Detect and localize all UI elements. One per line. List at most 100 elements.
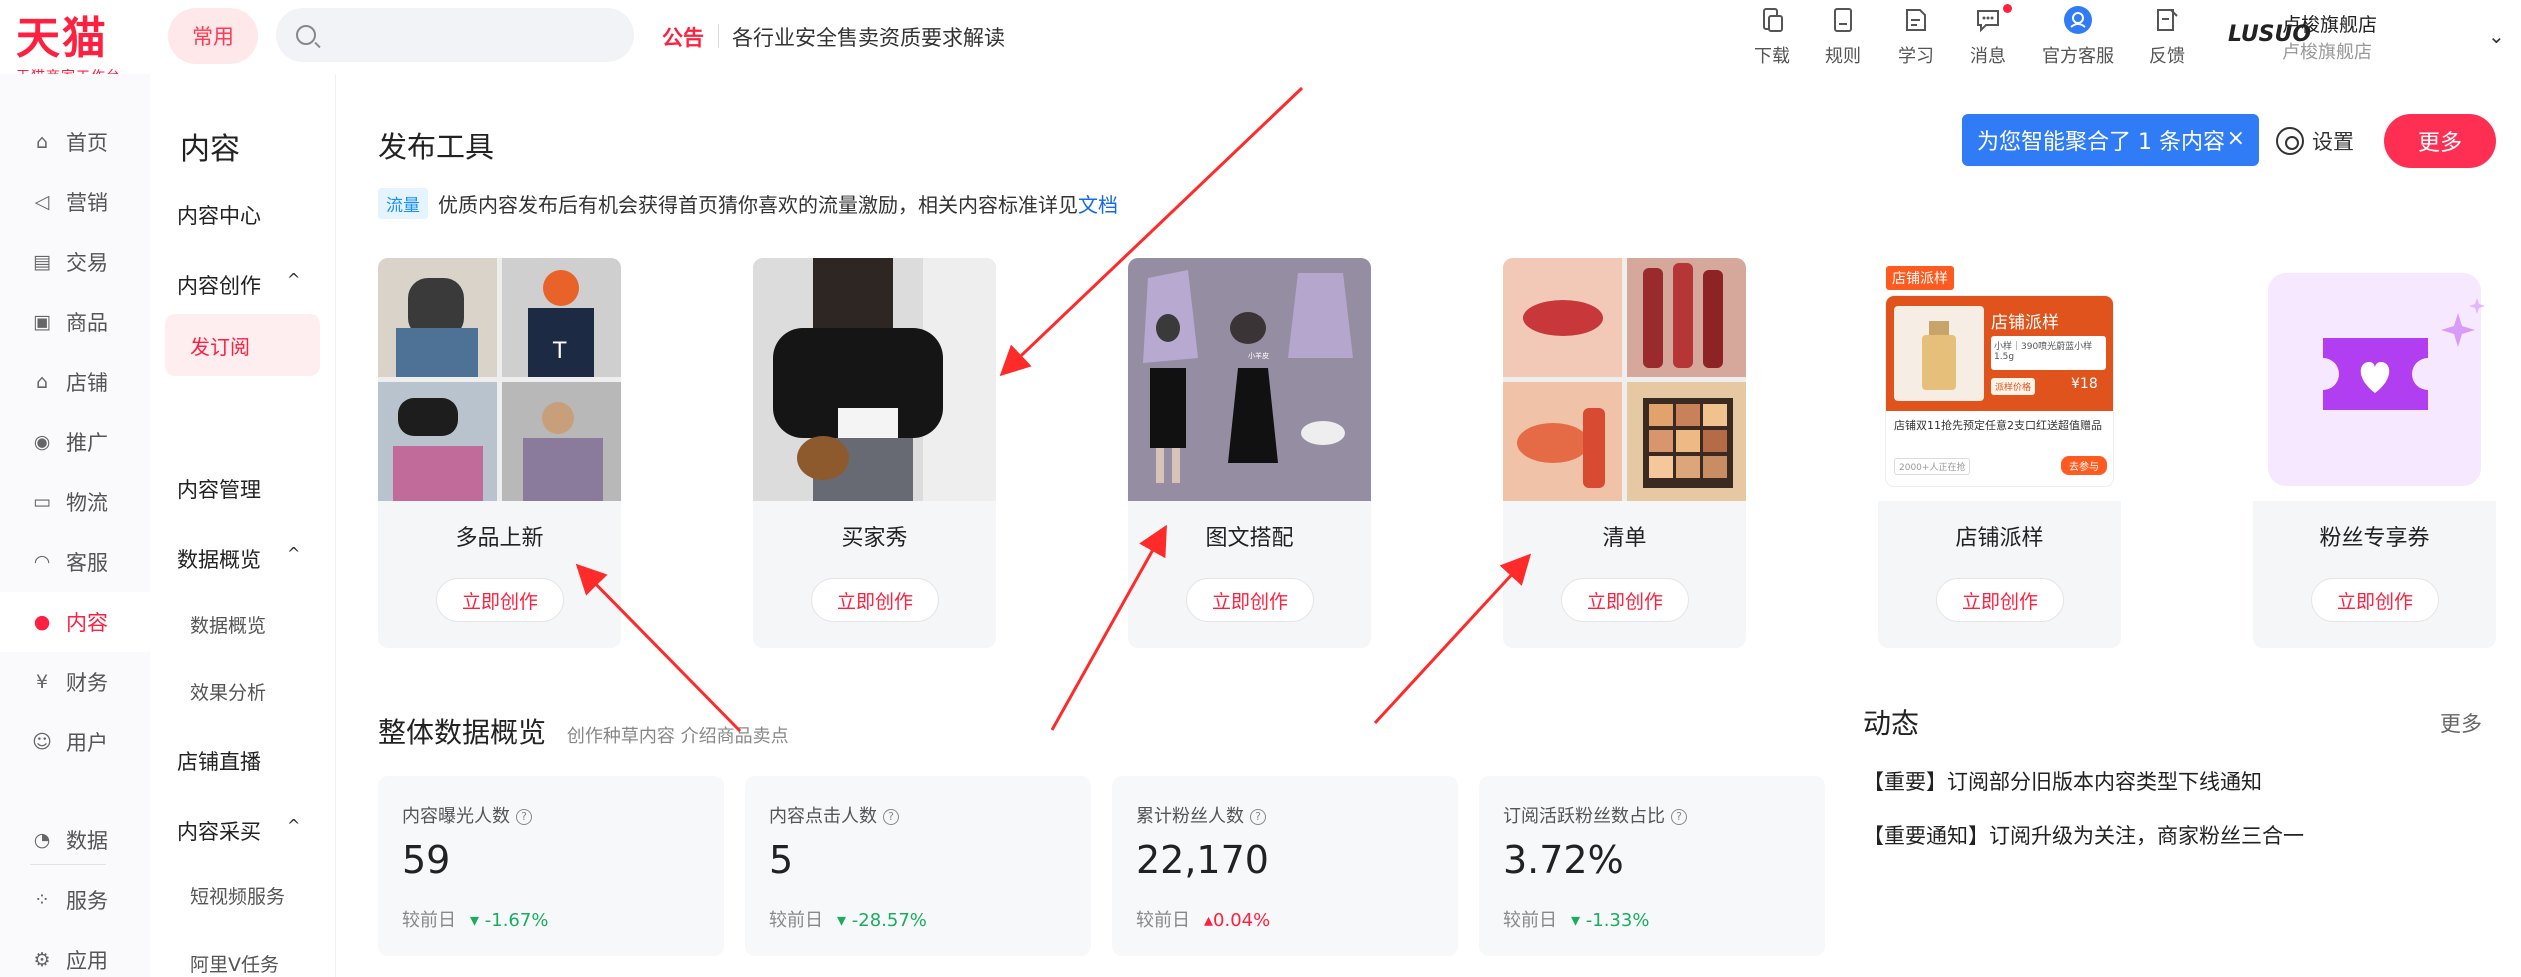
subnav-content-create[interactable]: 内容创作 ^ <box>177 270 300 300</box>
overview-heading: 整体数据概览 创作种草内容 介绍商品卖点 <box>378 711 789 751</box>
perfume-image <box>1894 306 1984 401</box>
sample-mini: 小样｜390喷光蔚蓝小样1.5g <box>1991 336 2106 370</box>
stat-compare: 较前日 ▾ -1.67% <box>402 906 548 932</box>
tool-learn[interactable]: 学习 <box>1876 4 1956 68</box>
list-image <box>1503 258 1746 501</box>
arrow-down-icon: ▾ <box>470 910 485 931</box>
svg-text:小羊皮: 小羊皮 <box>1248 351 1269 360</box>
sidebar-item-home[interactable]: ⌂ 首页 <box>0 112 150 172</box>
help-icon[interactable]: ? <box>1671 809 1687 825</box>
stat-value: 5 <box>769 838 794 882</box>
sidebar-item-label: 首页 <box>66 131 108 155</box>
tool-card-multi-new[interactable]: T 多品上新 立即创作 <box>378 258 621 648</box>
sample-count: 2000+人正在抢 <box>1894 458 1971 475</box>
create-button[interactable]: 立即创作 <box>1561 578 1689 622</box>
subnav-video-service[interactable]: 短视频服务 <box>190 882 285 909</box>
sidebar-item-label: 交易 <box>66 251 108 275</box>
sidebar-item-logistics[interactable]: ▭ 物流 <box>0 472 150 532</box>
subnav-store-live[interactable]: 店铺直播 <box>177 746 261 776</box>
subnav-overview-sub[interactable]: 数据概览 <box>190 611 266 638</box>
sidebar-item-goods[interactable]: ▣ 商品 <box>0 292 150 352</box>
stat-label-text: 累计粉丝人数 <box>1136 806 1244 827</box>
subnav-data-overview[interactable]: 数据概览 ^ <box>177 544 300 574</box>
subnav-content-manage[interactable]: 内容管理 <box>177 474 261 504</box>
sidebar-item-service[interactable]: ◠ 客服 <box>0 532 150 592</box>
subnav-label: 内容采买 <box>177 820 261 844</box>
card-name: 多品上新 <box>455 526 544 551</box>
tool-card-image-text[interactable]: 小羊皮 图文搭配 立即创作 <box>1128 258 1371 648</box>
create-button[interactable]: 立即创作 <box>436 578 564 622</box>
common-button[interactable]: 常用 <box>168 8 258 64</box>
stat-compare-label: 较前日 <box>402 910 456 931</box>
subnav-aliv-task[interactable]: 阿里V任务 <box>190 950 279 977</box>
stat-compare-label: 较前日 <box>1503 910 1557 931</box>
create-button[interactable]: 立即创作 <box>811 578 939 622</box>
tool-download[interactable]: 下载 <box>1732 4 1812 68</box>
stat-change: ▾ -1.33% <box>1571 910 1649 931</box>
subnav-content-purchase[interactable]: 内容采买 ^ <box>177 816 300 846</box>
stat-compare: 较前日 ▾ -28.57% <box>769 906 927 932</box>
notice-link[interactable]: 各行业安全售卖资质要求解读 <box>732 22 1005 52</box>
tool-label: 消息 <box>1970 46 2006 67</box>
sidebar-item-promote[interactable]: ◉ 推广 <box>0 412 150 472</box>
help-icon[interactable]: ? <box>883 809 899 825</box>
trade-icon: ▤ <box>33 251 51 273</box>
card-name: 图文搭配 <box>1205 526 1294 551</box>
sidebar-item-label: 财务 <box>66 671 108 695</box>
sidebar-item-label: 应用 <box>66 949 108 973</box>
aggregate-banner[interactable]: 为您智能聚合了 1 条内容 × <box>1962 114 2259 166</box>
gear-icon <box>2276 127 2304 155</box>
tool-label: 反馈 <box>2149 46 2185 67</box>
sidebar-item-data[interactable]: ◔ 数据 <box>0 810 150 870</box>
message-unread-dot <box>2003 4 2012 13</box>
sidebar-item-content[interactable]: ● 内容 <box>0 592 150 652</box>
sidebar-item-apps[interactable]: ⚙ 应用 <box>0 930 150 977</box>
top-bar: 天猫 天猫商家工作台 常用 公告 各行业安全售卖资质要求解读 下载 规则 学习 … <box>0 0 2521 85</box>
stat-card: 内容曝光人数? 59 较前日 ▾ -1.67% <box>378 776 724 956</box>
dynamics-item[interactable]: 【重要通知】订阅升级为关注，商家粉丝三合一 <box>1863 820 2304 850</box>
shop-switcher[interactable]: LUSUO 卢梭旗舰店 卢梭旗舰店 ⌄ <box>2228 10 2518 64</box>
dynamics-item[interactable]: 【重要】订阅部分旧版本内容类型下线通知 <box>1863 766 2262 796</box>
service-icon <box>2062 4 2094 36</box>
help-icon[interactable]: ? <box>516 809 532 825</box>
tool-message[interactable]: 消息 <box>1948 4 2028 68</box>
close-icon[interactable]: × <box>2227 126 2245 151</box>
create-button[interactable]: 立即创作 <box>2311 578 2439 622</box>
dynamics-more-link[interactable]: 更多 <box>2440 708 2482 738</box>
sidebar-item-store[interactable]: ⌂ 店铺 <box>0 352 150 412</box>
sidebar-item-marketing[interactable]: ◁ 营销 <box>0 172 150 232</box>
stat-compare-label: 较前日 <box>1136 910 1190 931</box>
tool-card-buyer-show[interactable]: 买家秀 立即创作 <box>753 258 996 648</box>
tool-official-service[interactable]: 官方客服 <box>2038 4 2118 68</box>
stat-value: 3.72% <box>1503 838 1624 882</box>
sidebar-item-services[interactable]: ⁘ 服务 <box>0 870 150 930</box>
doc-link[interactable]: 文档 <box>1078 189 1118 218</box>
shop-logo: LUSUO <box>2228 22 2312 47</box>
tool-card-list[interactable]: 清单 立即创作 <box>1503 258 1746 648</box>
sidebar-item-trade[interactable]: ▤ 交易 <box>0 232 150 292</box>
sidebar-item-label: 服务 <box>66 889 108 913</box>
tool-feedback[interactable]: 反馈 <box>2127 4 2207 68</box>
chevron-up-icon: ^ <box>287 270 301 289</box>
create-button[interactable]: 立即创作 <box>1186 578 1314 622</box>
tool-rules[interactable]: 规则 <box>1803 4 1883 68</box>
stat-value: 22,170 <box>1136 838 1269 882</box>
content-icon: ● <box>33 611 51 633</box>
stat-compare-label: 较前日 <box>769 910 823 931</box>
subnav-content-center[interactable]: 内容中心 <box>177 200 261 230</box>
settings-button[interactable]: 设置 <box>2276 126 2354 156</box>
tool-card-fan-coupon[interactable]: 粉丝专享券 立即创作 <box>2253 258 2496 648</box>
sidebar-item-finance[interactable]: ¥ 财务 <box>0 652 150 712</box>
tool-card-store-sample[interactable]: 店铺派样 店铺派样 小样｜390喷光蔚蓝小样1.5g 派样价格 ¥18 店铺双1… <box>1878 258 2121 648</box>
sidebar-item-user[interactable]: ☺ 用户 <box>0 712 150 772</box>
create-button[interactable]: 立即创作 <box>1936 578 2064 622</box>
subnav-subscribe-active[interactable]: 发订阅 <box>165 314 320 376</box>
help-icon[interactable]: ? <box>1250 809 1266 825</box>
stat-change-value: 0.04% <box>1213 910 1271 931</box>
truck-icon: ▭ <box>33 491 51 513</box>
more-button[interactable]: 更多 <box>2384 114 2496 168</box>
sidebar-item-label: 内容 <box>66 611 108 635</box>
user-icon: ☺ <box>32 731 52 753</box>
search-input[interactable] <box>276 8 634 62</box>
subnav-effect-analysis[interactable]: 效果分析 <box>190 678 266 705</box>
